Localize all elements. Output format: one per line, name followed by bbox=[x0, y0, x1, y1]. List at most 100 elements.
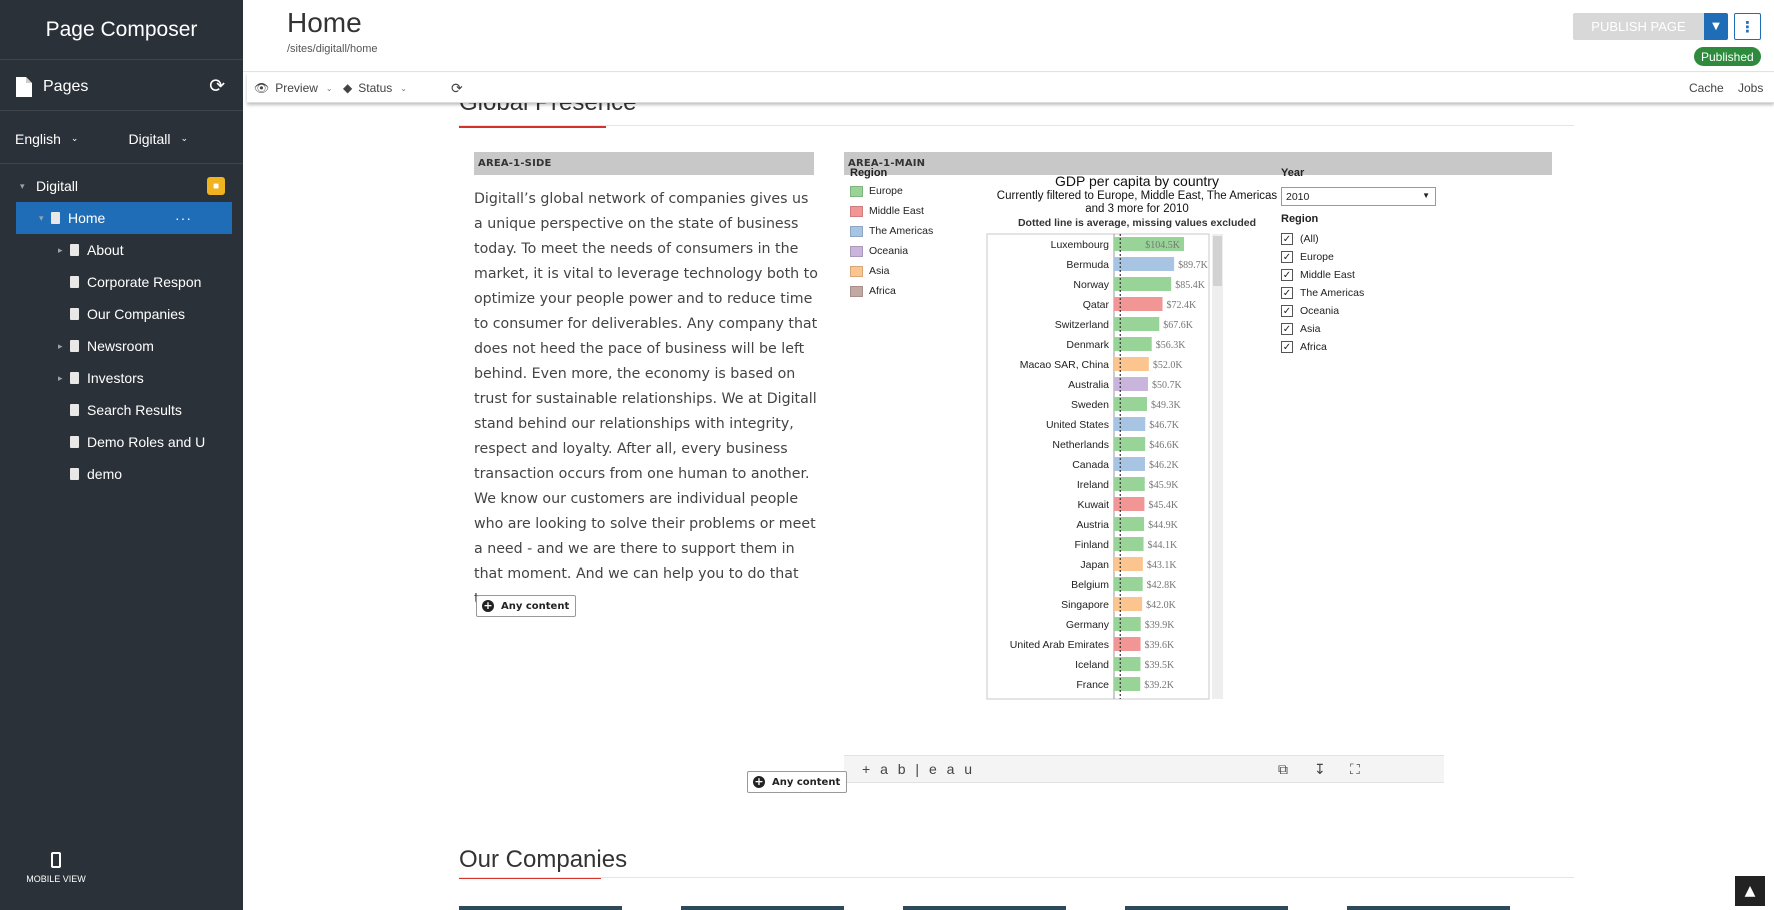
page-icon bbox=[70, 436, 79, 448]
section-title-global-presence: Global Presence bbox=[459, 103, 636, 117]
value-label: $44.1K bbox=[1148, 540, 1179, 551]
gdp-bar bbox=[1114, 457, 1145, 471]
tree-item[interactable]: Demo Roles and U bbox=[16, 426, 232, 458]
tree-item[interactable]: ▸ Investors bbox=[16, 362, 232, 394]
page-icon bbox=[70, 308, 79, 320]
page-icon bbox=[70, 404, 79, 416]
preview-button[interactable]: 👁 Preview ⌄ bbox=[254, 73, 333, 103]
region-checkbox[interactable]: ✓ The Americas bbox=[1281, 284, 1364, 301]
company-card[interactable] bbox=[459, 906, 622, 910]
region-checkbox[interactable]: ✓ (All) bbox=[1281, 230, 1319, 247]
download-icon[interactable]: ↧ bbox=[1314, 761, 1326, 778]
publish-page-button[interactable]: PUBLISH PAGE bbox=[1573, 13, 1704, 40]
value-label: $50.7K bbox=[1152, 380, 1183, 391]
region-checkbox-label: The Americas bbox=[1300, 286, 1365, 299]
company-card[interactable] bbox=[681, 906, 844, 910]
company-card[interactable] bbox=[1125, 906, 1288, 910]
region-checkbox[interactable]: ✓ Asia bbox=[1281, 320, 1320, 337]
chart-scrollbar bbox=[1212, 234, 1223, 699]
chart-scrollbar-thumb bbox=[1213, 236, 1222, 286]
checkbox-checked-icon[interactable]: ✓ bbox=[1281, 286, 1293, 299]
tree-item-label: Corporate Respon bbox=[87, 274, 202, 290]
region-checkbox[interactable]: ✓ Europe bbox=[1281, 248, 1334, 265]
gdp-bar bbox=[1114, 537, 1144, 551]
country-label: Sweden bbox=[1071, 399, 1109, 411]
share-icon[interactable]: ⧉ bbox=[1278, 761, 1288, 778]
status-button[interactable]: ◆ Status ⌄ bbox=[343, 73, 407, 103]
tree-item[interactable]: Search Results bbox=[16, 394, 232, 426]
checkbox-checked-icon[interactable]: ✓ bbox=[1281, 232, 1293, 245]
tree-item[interactable]: Our Companies bbox=[16, 298, 232, 330]
layers-icon: ◆ bbox=[343, 81, 353, 95]
collapsed-caret-icon[interactable]: ▸ bbox=[58, 373, 70, 384]
tree-item-label: Demo Roles and U bbox=[87, 434, 206, 450]
region-checkbox[interactable]: ✓ Africa bbox=[1281, 338, 1327, 355]
year-select[interactable]: 2010 ▼ bbox=[1281, 187, 1436, 206]
checkbox-checked-icon[interactable]: ✓ bbox=[1281, 250, 1293, 263]
tree-item[interactable]: ▸ Newsroom bbox=[16, 330, 232, 362]
region-checkbox-label: Africa bbox=[1300, 340, 1327, 353]
tree-item[interactable]: ▸ About bbox=[16, 234, 232, 266]
country-label: Ireland bbox=[1077, 479, 1109, 491]
tree-item-label: Digitall bbox=[36, 178, 79, 194]
reload-icon[interactable]: ⟳ bbox=[451, 73, 463, 103]
gdp-bar bbox=[1114, 377, 1148, 391]
country-label: Luxembourg bbox=[1051, 239, 1110, 251]
value-label: $42.8K bbox=[1147, 580, 1178, 591]
gdp-bar bbox=[1114, 497, 1145, 511]
scroll-to-top-button[interactable]: ▲ bbox=[1735, 876, 1765, 906]
tree-item[interactable]: demo bbox=[16, 458, 232, 490]
collapsed-caret-icon[interactable]: ▸ bbox=[58, 245, 70, 256]
gdp-bar bbox=[1114, 657, 1141, 671]
checkbox-checked-icon[interactable]: ✓ bbox=[1281, 322, 1293, 335]
tree-item-label: Newsroom bbox=[87, 338, 154, 354]
country-label: Belgium bbox=[1071, 579, 1109, 591]
tree-item[interactable]: ▾ Digitall ■ bbox=[16, 170, 232, 202]
preview-label: Preview bbox=[275, 81, 318, 95]
value-label: $42.0K bbox=[1146, 600, 1177, 611]
gdp-bar bbox=[1114, 257, 1175, 271]
region-checkbox-label: Asia bbox=[1300, 322, 1321, 335]
value-label: $39.6K bbox=[1145, 640, 1176, 651]
mobile-view-button[interactable]: MOBILE VIEW bbox=[26, 852, 86, 884]
collapsed-caret-icon[interactable]: ▸ bbox=[58, 341, 70, 352]
region-checkbox[interactable]: ✓ Oceania bbox=[1281, 302, 1339, 319]
tableau-toolbar: + a b | e a u ⧉ ↧ ⛶ bbox=[844, 755, 1444, 783]
tree-item-label: Home bbox=[68, 210, 106, 226]
tree-item[interactable]: ▾ Home ··· bbox=[16, 202, 232, 234]
country-label: Kuwait bbox=[1077, 499, 1109, 511]
country-label: Bermuda bbox=[1066, 259, 1109, 271]
language-select[interactable]: English ⌄ bbox=[15, 131, 78, 147]
year-value: 2010 bbox=[1286, 190, 1310, 203]
refresh-icon[interactable]: ⟳ bbox=[209, 75, 225, 97]
year-filter-title: Year bbox=[1281, 167, 1305, 179]
expanded-caret-icon[interactable]: ▾ bbox=[20, 181, 32, 192]
region-checkbox-label: Middle East bbox=[1300, 268, 1355, 281]
tree-item-label: demo bbox=[87, 466, 123, 482]
body-text: Digitall’s global network of companies g… bbox=[474, 191, 818, 607]
chevron-down-icon: ⌄ bbox=[400, 83, 407, 93]
language-value: English bbox=[15, 130, 61, 147]
expanded-caret-icon[interactable]: ▾ bbox=[39, 213, 51, 224]
more-options-icon[interactable]: ··· bbox=[175, 210, 192, 226]
country-label: France bbox=[1076, 679, 1109, 691]
company-card[interactable] bbox=[1347, 906, 1510, 910]
company-card[interactable] bbox=[903, 906, 1066, 910]
checkbox-checked-icon[interactable]: ✓ bbox=[1281, 268, 1293, 281]
more-options-icon[interactable]: ⋮ bbox=[1734, 13, 1761, 40]
tree-item[interactable]: Corporate Respon bbox=[16, 266, 232, 298]
checkbox-checked-icon[interactable]: ✓ bbox=[1281, 340, 1293, 353]
fullscreen-icon[interactable]: ⛶ bbox=[1350, 761, 1360, 778]
cache-button[interactable]: Cache bbox=[1689, 73, 1724, 103]
country-label: Finland bbox=[1075, 539, 1110, 551]
value-label: $44.9K bbox=[1148, 520, 1179, 531]
jobs-button[interactable]: Jobs bbox=[1738, 73, 1763, 103]
country-label: United Arab Emirates bbox=[1010, 639, 1109, 651]
checkbox-checked-icon[interactable]: ✓ bbox=[1281, 304, 1293, 317]
any-content-button[interactable]: + Any content bbox=[747, 771, 848, 793]
region-checkbox[interactable]: ✓ Middle East bbox=[1281, 266, 1355, 283]
site-select[interactable]: Digitall ⌄ bbox=[128, 131, 188, 147]
publish-options-chevron-icon[interactable]: ▼ bbox=[1704, 13, 1728, 40]
any-content-button[interactable]: + Any content bbox=[476, 595, 577, 617]
tableau-viz[interactable]: Region Europe Middle East The Americas Ocea… bbox=[844, 163, 1444, 703]
